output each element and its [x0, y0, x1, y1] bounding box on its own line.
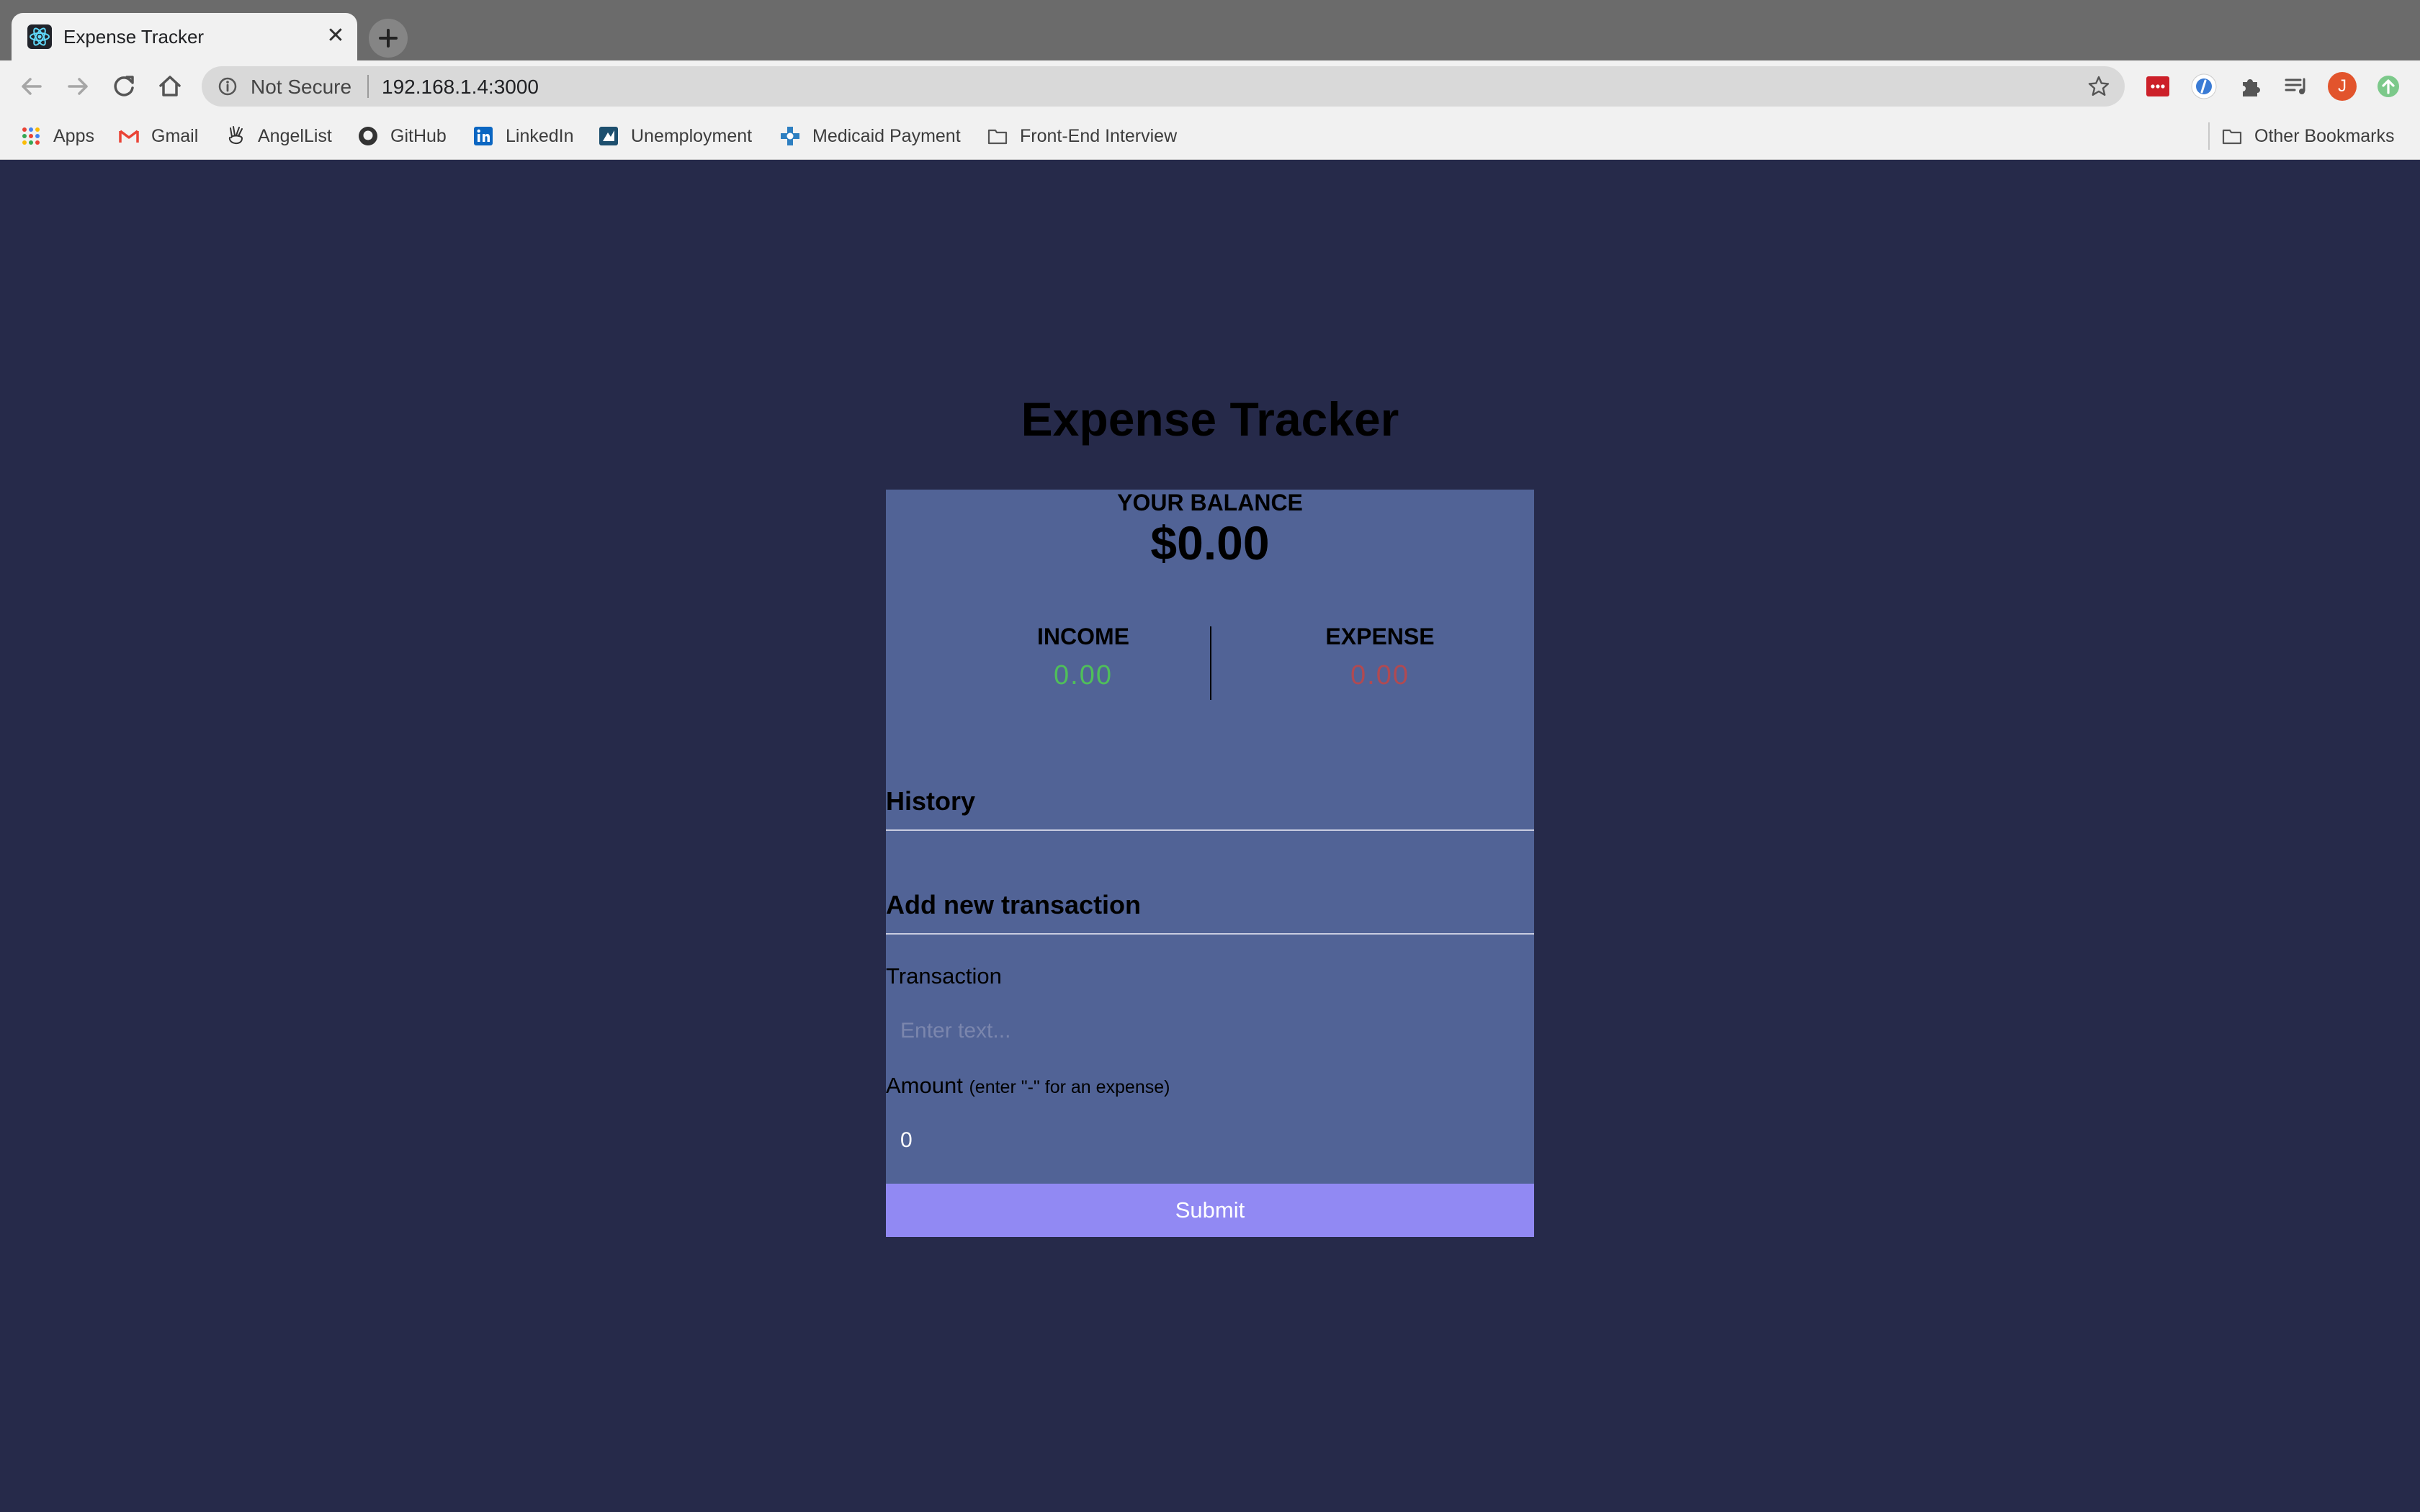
folder-icon — [2222, 129, 2242, 145]
extensions-puzzle-icon[interactable] — [2236, 72, 2264, 101]
history-heading: History — [886, 786, 976, 816]
amount-label: Amount — [886, 1073, 963, 1098]
star-icon[interactable] — [2087, 75, 2110, 98]
folder-icon — [987, 129, 1008, 145]
bookmark-label: Apps — [53, 125, 94, 146]
history-divider — [886, 829, 1534, 831]
info-icon[interactable] — [218, 76, 238, 96]
react-icon — [27, 24, 52, 49]
bookmark-label: Medicaid Payment — [812, 125, 961, 146]
amount-label-row: Amount (enter "-" for an expense) — [886, 1073, 1170, 1099]
expense-summary: EXPENSE 0.00 — [1272, 624, 1488, 691]
income-label: INCOME — [1037, 624, 1129, 649]
bookmarks-divider — [2208, 122, 2210, 150]
bookmark-gmail[interactable]: Gmail — [118, 124, 198, 148]
transaction-input[interactable] — [886, 1009, 1534, 1053]
github-icon — [359, 127, 377, 145]
bookmark-label: AngelList — [258, 125, 332, 146]
plus-icon — [379, 29, 398, 48]
bookmark-front-end-interview[interactable]: Front-End Interview — [987, 124, 1177, 148]
url-text[interactable]: 192.168.1.4:3000 — [382, 76, 539, 99]
forward-arrow-icon[interactable] — [62, 71, 94, 102]
reading-list-icon[interactable] — [2282, 72, 2311, 101]
bookmarks-bar: Apps Gmail AngelList GitHub LinkedIn Une… — [0, 112, 2420, 160]
address-divider — [367, 75, 369, 98]
bookmark-label: Gmail — [151, 125, 199, 146]
unemployment-icon — [599, 127, 618, 145]
balance-label: YOUR BALANCE — [1117, 490, 1303, 516]
bookmark-github[interactable]: GitHub — [357, 124, 447, 148]
browser-tab[interactable]: Expense Tracker ✕ — [12, 13, 357, 60]
bookmark-unemployment[interactable]: Unemployment — [598, 124, 752, 148]
gmail-icon — [119, 130, 139, 143]
transaction-label: Transaction — [886, 963, 1002, 989]
extension-circle-icon[interactable] — [2190, 72, 2218, 101]
add-transaction-divider — [886, 933, 1534, 935]
profile-avatar[interactable]: J — [2328, 72, 2357, 101]
tab-title: Expense Tracker — [63, 26, 205, 48]
page-title: Expense Tracker — [1021, 392, 1399, 446]
not-secure-label: Not Secure — [251, 76, 352, 98]
expense-tracker-card: YOUR BALANCE $0.00 INCOME 0.00 EXPENSE 0… — [886, 490, 1534, 1237]
close-tab-icon[interactable]: ✕ — [323, 23, 349, 49]
income-summary: INCOME 0.00 — [975, 624, 1191, 691]
lastpass-extension-icon[interactable] — [2143, 72, 2172, 101]
bookmark-label: Front-End Interview — [1020, 125, 1178, 146]
amount-hint: (enter "-" for an expense) — [969, 1077, 1170, 1097]
back-arrow-icon[interactable] — [16, 71, 48, 102]
other-bookmarks-label: Other Bookmarks — [2254, 125, 2395, 146]
submit-button[interactable]: Submit — [886, 1184, 1534, 1237]
update-icon[interactable] — [2374, 72, 2403, 101]
income-value: 0.00 — [1054, 660, 1113, 690]
browser-toolbar: Not Secure 192.168.1.4:3000 J — [0, 60, 2420, 112]
reload-icon[interactable] — [108, 71, 140, 102]
amount-input[interactable] — [886, 1119, 1534, 1162]
address-bar[interactable]: Not Secure 192.168.1.4:3000 — [202, 66, 2125, 107]
bookmark-label: Unemployment — [631, 125, 753, 146]
new-tab-button[interactable] — [369, 19, 408, 58]
bookmark-linkedin[interactable]: LinkedIn — [472, 124, 574, 148]
bookmark-angellist[interactable]: AngelList — [225, 124, 332, 148]
other-bookmarks[interactable]: Other Bookmarks — [2221, 124, 2395, 148]
linkedin-icon — [474, 127, 493, 145]
expense-value: 0.00 — [1350, 660, 1410, 690]
bookmark-apps[interactable]: Apps — [20, 124, 94, 148]
balance-value: $0.00 — [1150, 516, 1270, 570]
apps-grid-icon — [22, 127, 40, 145]
income-expense-divider — [1210, 626, 1211, 700]
add-transaction-heading: Add new transaction — [886, 890, 1142, 919]
expense-label: EXPENSE — [1325, 624, 1435, 649]
angellist-icon — [228, 126, 243, 144]
home-icon[interactable] — [154, 71, 186, 102]
medicaid-icon — [781, 127, 799, 145]
tab-strip: Expense Tracker ✕ — [0, 0, 2420, 60]
bookmark-medicaid-payment[interactable]: Medicaid Payment — [779, 124, 961, 148]
bookmark-label: LinkedIn — [506, 125, 574, 146]
bookmark-label: GitHub — [390, 125, 447, 146]
